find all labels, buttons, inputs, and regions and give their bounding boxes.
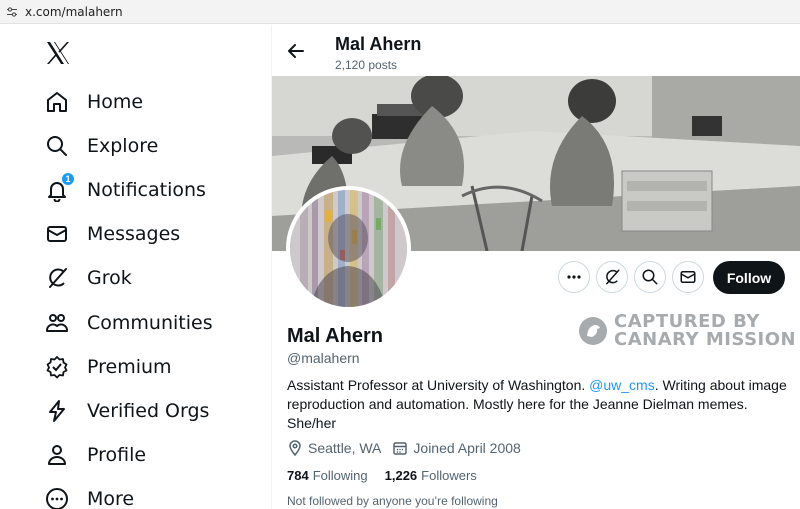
profile-column: Mal Ahern 2,120 posts Follow Mal Ahern @… [271,25,800,509]
back-arrow-icon[interactable] [286,41,306,61]
calendar-icon [393,442,408,455]
more-circle-icon [44,486,70,509]
home-icon [44,89,70,115]
following-count: 784 [287,468,309,483]
nav-label-home: Home [87,91,144,113]
nav-label-explore: Explore [87,135,159,157]
grok-profile-button[interactable] [596,261,628,293]
search-profile-button[interactable] [634,261,666,293]
nav-premium[interactable]: Premium [44,351,172,383]
location-item: Seattle, WA [287,440,381,456]
nav-communities[interactable]: Communities [44,307,213,339]
browser-address-bar[interactable]: x.com/malahern [0,0,800,24]
search-icon [642,269,658,285]
followers-label: Followers [421,468,477,483]
envelope-icon [44,221,70,247]
url-text[interactable]: x.com/malahern [25,5,123,19]
nav-messages[interactable]: Messages [44,218,180,250]
nav-more[interactable]: More [44,483,134,509]
profile-avatar[interactable] [286,186,411,311]
followers-link[interactable]: 1,226 Followers [385,468,477,483]
nav-label-notifications: Notifications [87,179,206,201]
grok-icon [606,269,620,285]
envelope-icon [680,271,696,283]
header-post-count: 2,120 posts [335,58,398,72]
more-options-button[interactable] [558,261,590,293]
person-icon [44,442,70,468]
followers-count: 1,226 [384,468,418,483]
lightning-icon [44,398,70,424]
bio-mention-link[interactable]: @uw_cms [589,377,655,393]
follow-button[interactable]: Follow [713,261,785,294]
nav-label-profile: Profile [87,444,147,466]
x-logo-icon[interactable] [44,39,72,67]
nav-home[interactable]: Home [44,86,143,118]
joined-text: Joined April 2008 [413,440,521,456]
grok-icon [44,265,70,291]
following-link[interactable]: 784 Following [287,468,368,483]
nav-profile[interactable]: Profile [44,439,146,471]
location-text: Seattle, WA [308,440,382,456]
bio-text-start: Assistant Professor at University of Was… [287,377,590,393]
profile-bio: Assistant Professor at University of Was… [287,376,792,433]
nav-explore[interactable]: Explore [44,130,158,162]
canary-mission-watermark: CAPTURED BY CANARY MISSION [578,313,796,349]
nav-label-more: More [87,488,135,509]
site-settings-icon[interactable] [6,6,18,18]
not-followed-notice: Not followed by anyone you’re following [287,494,498,508]
verified-badge-icon [44,354,70,380]
profile-header-bar: Mal Ahern 2,120 posts [272,25,800,76]
watermark-line-2: CANARY MISSION [614,329,797,350]
nav-label-premium: Premium [87,356,172,378]
profile-name: Mal Ahern [287,325,383,347]
profile-handle: @malahern [287,350,360,366]
header-profile-name: Mal Ahern [335,34,422,54]
ellipsis-icon [567,275,581,279]
people-icon [44,310,70,336]
nav-notifications[interactable]: 1 Notifications [44,172,206,206]
location-pin-icon [289,440,301,456]
nav-verified-orgs[interactable]: Verified Orgs [44,395,209,427]
nav-label-grok: Grok [87,267,132,289]
nav-label-verified-orgs: Verified Orgs [87,400,210,422]
following-label: Following [312,468,368,483]
nav-label-messages: Messages [87,223,181,245]
follow-counts: 784 Following 1,226 Followers [287,468,494,483]
joined-item: Joined April 2008 [392,440,521,456]
canary-bird-icon [579,317,607,345]
nav-label-communities: Communities [87,312,213,334]
bell-icon: 1 [44,172,75,203]
message-button[interactable] [672,261,704,293]
left-navigation: Home Explore 1 Notifications Messages Gr… [0,25,271,509]
search-icon [44,133,70,159]
profile-meta: Seattle, WA Joined April 2008 [287,439,532,457]
notification-count-badge: 1 [61,172,75,186]
nav-grok[interactable]: Grok [44,262,132,294]
